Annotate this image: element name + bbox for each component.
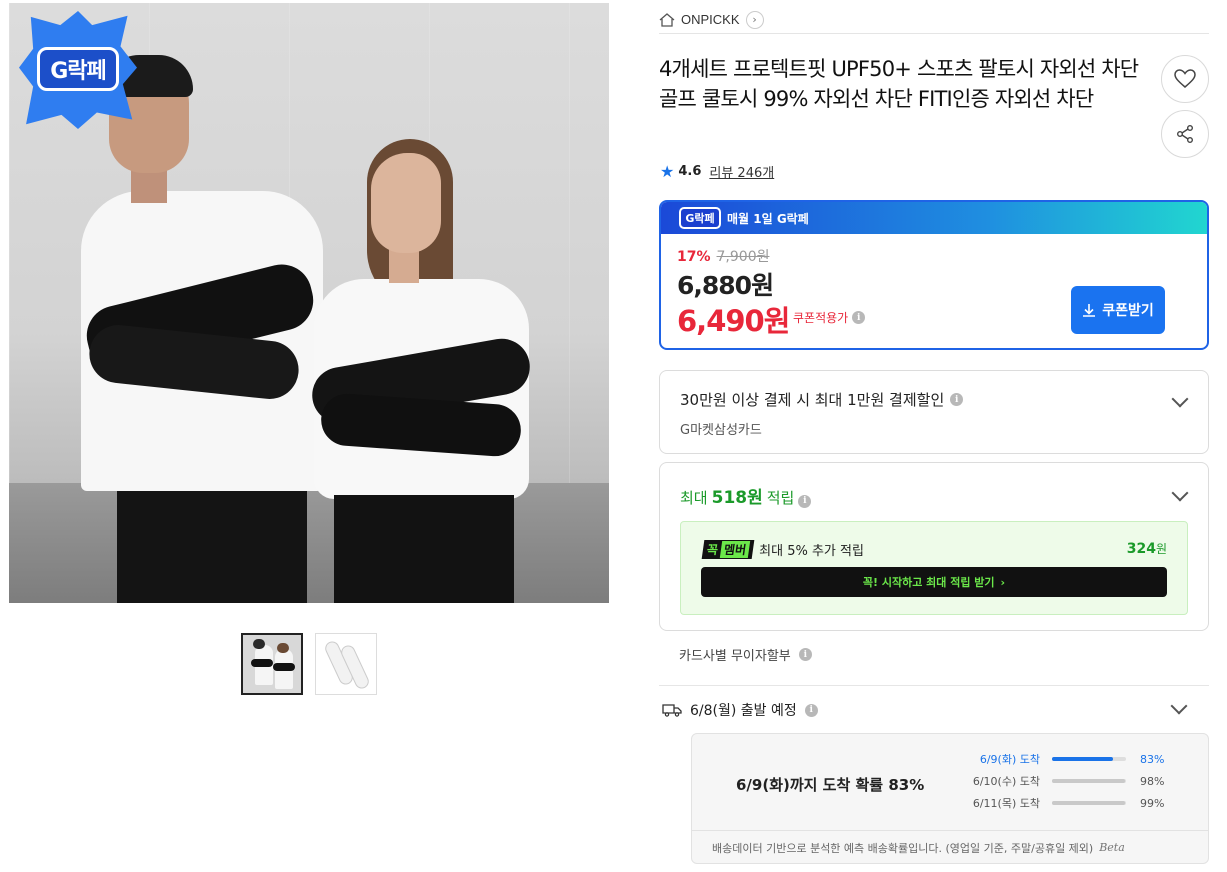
main-product-image[interactable]: G락페	[9, 3, 609, 603]
thumbnail-models[interactable]	[241, 633, 303, 695]
thumbnail-strip	[241, 633, 377, 695]
coupon-price: 6,490원	[677, 304, 790, 338]
probability-date: 6/11(목) 도착	[972, 797, 1040, 810]
thumbnail-sleeves[interactable]	[315, 633, 377, 695]
info-icon[interactable]: i	[798, 648, 812, 661]
member-tag-row: 꼭 멤버 최대 5% 추가 적립	[701, 540, 864, 559]
rating-row: ★ 4.6 리뷰 246개	[660, 162, 774, 181]
card-benefit-title-row: 30만원 이상 결제 시 최대 1만원 결제할인 i	[680, 389, 964, 410]
member-tag-b: 멤버	[719, 541, 751, 558]
discount-rate: 17%	[677, 249, 711, 265]
chevron-right-icon: ›	[1000, 575, 1006, 589]
probability-percent: 83%	[1140, 752, 1165, 766]
installment-label: 카드사별 무이자할부	[679, 649, 791, 664]
chevron-down-icon[interactable]	[1171, 390, 1189, 408]
info-icon[interactable]: i	[804, 703, 818, 717]
probability-bar	[1052, 801, 1126, 805]
share-button[interactable]	[1161, 110, 1209, 158]
g-rakpe-badge-label: G락페	[37, 47, 119, 91]
wishlist-button[interactable]	[1161, 55, 1209, 103]
photo-ground	[9, 483, 609, 603]
probability-percent: 99%	[1140, 796, 1165, 810]
shipping-row[interactable]: 6/8(월) 출발 예정 i	[662, 700, 818, 720]
truck-icon	[662, 704, 682, 717]
coupon-button-label: 쿠폰받기	[1102, 303, 1154, 319]
sale-price: 6,880원	[677, 271, 774, 300]
probability-percent: 98%	[1140, 774, 1165, 788]
member-join-button[interactable]: 꼭! 시작하고 최대 적립 받기 ›	[701, 567, 1167, 597]
star-icon: ★	[660, 162, 675, 181]
kok-member-badge: 꼭 멤버	[701, 540, 755, 559]
brand-arrow-icon[interactable]: ›	[745, 10, 764, 29]
points-prefix: 최대	[680, 489, 708, 507]
points-panel: 최대 518원 적립 i 꼭 멤버 최대 5% 추가 적립 324원 꼭! 시작…	[659, 462, 1209, 631]
member-points-unit: 원	[1155, 542, 1167, 556]
probability-bar	[1052, 757, 1126, 761]
departure-text: 6/8(월) 출발 예정	[690, 703, 797, 719]
share-icon	[1177, 125, 1193, 143]
price-box: G락페 매월 1일 G락페 17% 7,900원 6,880원 6,490원 쿠…	[659, 200, 1209, 350]
info-icon[interactable]: i	[950, 393, 964, 406]
delivery-note-text: 배송데이터 기반으로 분석한 예측 배송확률입니다. (영업일 기준, 주말/공…	[712, 841, 1094, 855]
brand-name-link[interactable]: ONPICKK	[681, 12, 740, 27]
probability-bar	[1052, 779, 1126, 783]
coupon-download-button[interactable]: 쿠폰받기	[1071, 286, 1165, 334]
info-icon[interactable]: i	[852, 311, 866, 324]
rating-score: 4.6	[678, 164, 702, 179]
points-amount: 518원	[711, 488, 763, 508]
delivery-note: 배송데이터 기반으로 분석한 예측 배송확률입니다. (영업일 기준, 주말/공…	[692, 830, 1208, 864]
probability-date: 6/10(수) 도착	[972, 775, 1040, 788]
probability-row: 6/9(화) 도착 83%	[932, 751, 1182, 767]
points-suffix: 적립	[766, 489, 795, 507]
card-benefit-panel[interactable]: 30만원 이상 결제 시 최대 1만원 결제할인 i G마켓삼성카드	[659, 370, 1209, 454]
chevron-down-icon[interactable]	[1171, 484, 1189, 502]
chevron-down-icon[interactable]	[1170, 697, 1188, 715]
probability-date: 6/9(화) 도착	[979, 753, 1040, 766]
member-cta-label: 꼭! 시작하고 최대 적립 받기	[862, 576, 995, 589]
installment-row[interactable]: 카드사별 무이자할부 i	[679, 645, 812, 664]
event-banner-text: 매월 1일 G락페	[727, 211, 809, 226]
heart-icon	[1174, 69, 1196, 88]
card-benefit-subtitle: G마켓삼성카드	[680, 423, 762, 438]
product-title: 4개세트 프로텍트핏 UPF50+ 스포츠 팔토시 자외선 차단 골프 쿨토시 …	[659, 57, 1139, 111]
probability-row: 6/11(목) 도착 99%	[932, 795, 1182, 811]
card-benefit-title: 30만원 이상 결제 시 최대 1만원 결제할인	[680, 391, 945, 409]
original-price: 7,900원	[716, 249, 770, 265]
member-tag-a: 꼭	[705, 543, 719, 557]
probability-row: 6/10(수) 도착 98%	[932, 773, 1182, 789]
discount-row: 17% 7,900원	[677, 246, 769, 266]
review-link[interactable]: 리뷰 246개	[709, 162, 774, 181]
g-rakpe-badge: G락페	[19, 11, 137, 129]
member-text: 최대 5% 추가 적립	[759, 544, 864, 559]
delivery-probability-box: 6/9(화)까지 도착 확률 83% 6/9(화) 도착 83% 6/10(수)…	[691, 733, 1209, 864]
coupon-note: 쿠폰적용가 i	[793, 309, 866, 326]
brand-breadcrumb: ONPICKK ›	[659, 6, 1209, 34]
event-banner[interactable]: G락페 매월 1일 G락페	[661, 202, 1207, 234]
event-badge: G락페	[679, 207, 721, 229]
member-points-value: 324	[1126, 541, 1156, 557]
home-icon[interactable]	[659, 12, 675, 27]
divider	[659, 685, 1209, 686]
beta-label: Beta	[1099, 841, 1125, 854]
points-title-row: 최대 518원 적립 i	[680, 483, 812, 508]
member-points-box: 꼭 멤버 최대 5% 추가 적립 324원 꼭! 시작하고 최대 적립 받기 ›	[680, 521, 1188, 615]
coupon-note-label: 쿠폰적용가	[793, 311, 849, 325]
delivery-summary: 6/9(화)까지 도착 확률 83%	[736, 776, 925, 794]
member-points: 324원	[1127, 540, 1167, 557]
download-icon	[1083, 304, 1096, 317]
info-icon[interactable]: i	[798, 494, 812, 508]
